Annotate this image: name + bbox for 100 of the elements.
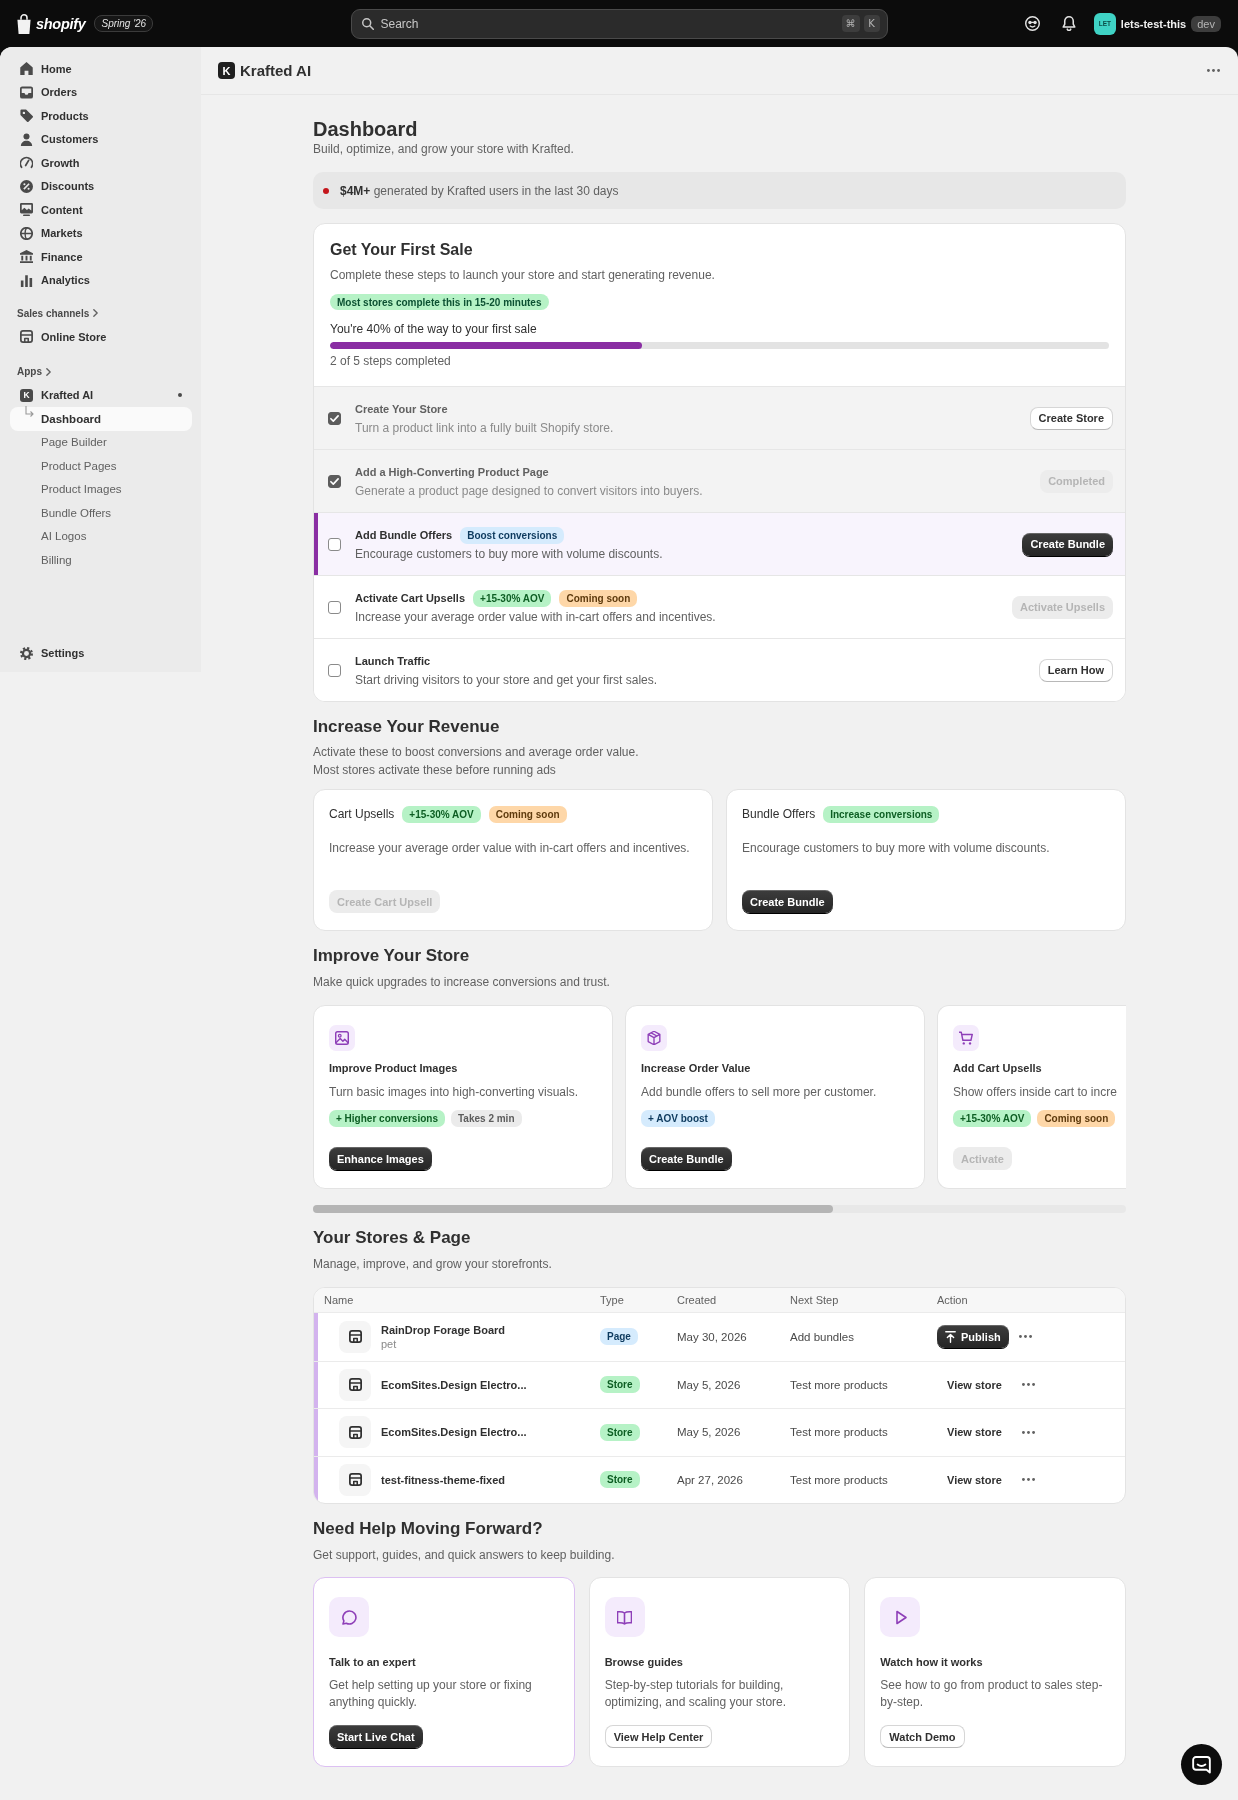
logo-text[interactable]: shopify [36, 15, 86, 32]
type-tag: Store [600, 1423, 640, 1441]
sidebar-item[interactable]: Growth [10, 151, 192, 175]
table-row[interactable]: test-fitness-theme-fixed Store Apr 27, 2026 Test more products View store [314, 1455, 1125, 1503]
more-icon[interactable] [1021, 1430, 1035, 1434]
offer-button[interactable]: Create Bundle [742, 890, 833, 913]
table-cell-text: May 5, 2026 [677, 1378, 742, 1391]
table-row[interactable]: RainDrop Forage Board pet Page May 30, 2026 Add bundles Publish [314, 1313, 1125, 1361]
progress-label: You're 40% of the way to your first sale [330, 321, 538, 337]
bar-chart-icon [20, 273, 33, 287]
table-cell-text: Apr 27, 2026 [677, 1473, 744, 1486]
feature-button[interactable]: Enhance Images [329, 1147, 432, 1170]
table-row[interactable]: EcomSites.Design Electro... Store May 5, 2026 Test more products View store [314, 1360, 1125, 1408]
sidebar-item[interactable]: Content [10, 198, 192, 222]
column-header: Action [937, 1294, 969, 1306]
tag: +15-30% AOV [402, 805, 481, 823]
more-icon[interactable] [1021, 1478, 1035, 1482]
bank-icon [20, 250, 33, 264]
sidebar-item[interactable]: Markets [10, 221, 192, 245]
store-name[interactable]: RainDrop Forage Board [381, 1323, 506, 1336]
checkbox[interactable] [328, 600, 341, 614]
sidebar-subitem[interactable]: Page Builder [10, 430, 192, 454]
store-name[interactable]: lets-test-this [1120, 17, 1187, 30]
tag: Coming soon [1037, 1110, 1116, 1127]
help-description: See how to go from product to sales step-by-step. [880, 1677, 1104, 1711]
store-badge: dev [1191, 15, 1221, 32]
feature-description: Turn basic images into high-converting visuals. [329, 1084, 578, 1100]
chat-bubble-icon [329, 1597, 369, 1637]
more-icon[interactable] [1021, 1383, 1035, 1387]
sidebar-item[interactable]: Products [10, 104, 192, 128]
checkbox[interactable] [328, 663, 341, 677]
store-name[interactable]: EcomSites.Design Electro... [381, 1426, 527, 1439]
step-button[interactable]: Create Store [1029, 406, 1113, 430]
checkbox[interactable] [328, 474, 341, 488]
table-cell-text: May 5, 2026 [677, 1426, 742, 1439]
type-tag: Store [600, 1471, 640, 1489]
sidebar-item[interactable]: Orders [10, 80, 192, 104]
sidebar-subitem[interactable]: Bundle Offers [10, 501, 192, 525]
scrollbar-thumb[interactable] [313, 1205, 834, 1213]
help-button[interactable]: Watch Demo [880, 1725, 965, 1748]
card-description: Complete these steps to launch your store and start generating revenue. [330, 267, 716, 283]
sidebar-item[interactable]: Home [10, 57, 192, 81]
more-icon[interactable] [1018, 1335, 1032, 1339]
table-row[interactable]: EcomSites.Design Electro... Store May 5, 2026 Test more products View store [314, 1408, 1125, 1456]
store-name[interactable]: test-fitness-theme-fixed [381, 1473, 506, 1486]
tag: Increase conversions [823, 805, 940, 823]
step-button[interactable]: Learn How [1038, 658, 1113, 682]
checkbox[interactable] [328, 411, 341, 425]
help-button[interactable]: Start Live Chat [329, 1725, 423, 1748]
cart-icon [953, 1025, 979, 1051]
checkbox[interactable] [328, 537, 341, 551]
tag: Coming soon [559, 589, 638, 607]
edition-badge: Spring '26 [94, 15, 154, 32]
offer-description: Encourage customers to buy more with volume discounts. [742, 840, 1050, 856]
step-description: Encourage customers to buy more with volume discounts. [355, 545, 664, 562]
store-name[interactable]: EcomSites.Design Electro... [381, 1378, 527, 1391]
bell-icon[interactable] [1061, 16, 1076, 31]
sidebar-subitem[interactable]: Product Pages [10, 454, 192, 478]
row-action-button[interactable]: View store [937, 1373, 1012, 1397]
more-icon[interactable] [1207, 69, 1220, 72]
sidebar-item[interactable]: Customers [10, 127, 192, 151]
help-title: Talk to an expert [329, 1655, 416, 1670]
offer-title: Cart Upsells [329, 807, 395, 821]
sidebar-item[interactable]: Analytics [10, 268, 192, 292]
page-subtitle: Build, optimize, and grow your store with Krafted. [313, 141, 575, 157]
shopping-bag-icon[interactable] [17, 13, 31, 34]
step-button[interactable]: Create Bundle [1022, 532, 1113, 556]
glasses-face-icon[interactable] [1024, 16, 1040, 31]
search-input[interactable]: Search [380, 16, 835, 31]
cube-icon [641, 1025, 667, 1051]
help-description: Get help setting up your store or fixing anything quickly. [329, 1677, 533, 1711]
dot-icon [178, 393, 182, 398]
sidebar-item[interactable]: Settings [10, 641, 192, 665]
sidebar-item[interactable]: Discounts [10, 174, 192, 198]
sidebar-subitem[interactable]: AI Logos [10, 524, 192, 548]
upload-icon [945, 1330, 956, 1343]
sidebar-item[interactable]: Finance [10, 245, 192, 269]
section-description: Get support, guides, and quick answers to keep building. [313, 1547, 616, 1563]
column-header: Created [677, 1294, 718, 1306]
book-icon [604, 1597, 645, 1637]
sidebar-subitem[interactable]: Billing [10, 548, 192, 572]
row-action-button[interactable]: Publish [937, 1325, 1009, 1349]
sidebar-item[interactable]: K Krafted AI [10, 383, 192, 407]
tag-icon [20, 109, 33, 123]
sidebar-subitem[interactable]: Product Images [10, 477, 192, 501]
row-action-button[interactable]: View store [937, 1420, 1012, 1444]
feature-button[interactable]: Create Bundle [641, 1147, 732, 1170]
time-badge: Most stores complete this in 15-20 minutes [330, 294, 549, 310]
section-heading[interactable]: Sales channels [10, 302, 192, 324]
chevron-right-icon [93, 309, 99, 317]
sidebar-subitem[interactable]: Dashboard [10, 407, 192, 431]
help-button[interactable]: View Help Center [604, 1725, 713, 1748]
search-bar[interactable]: Search ⌘ K [350, 8, 888, 39]
person-icon [20, 132, 33, 146]
scrollbar-track[interactable] [313, 1205, 1126, 1213]
row-action-button[interactable]: View store [937, 1468, 1012, 1492]
help-title: Browse guides [604, 1655, 683, 1670]
step-description: Generate a product page designed to convert visitors into buyers. [355, 482, 704, 499]
sidebar-item[interactable]: Online Store [10, 325, 192, 349]
section-heading[interactable]: Apps [10, 360, 192, 383]
